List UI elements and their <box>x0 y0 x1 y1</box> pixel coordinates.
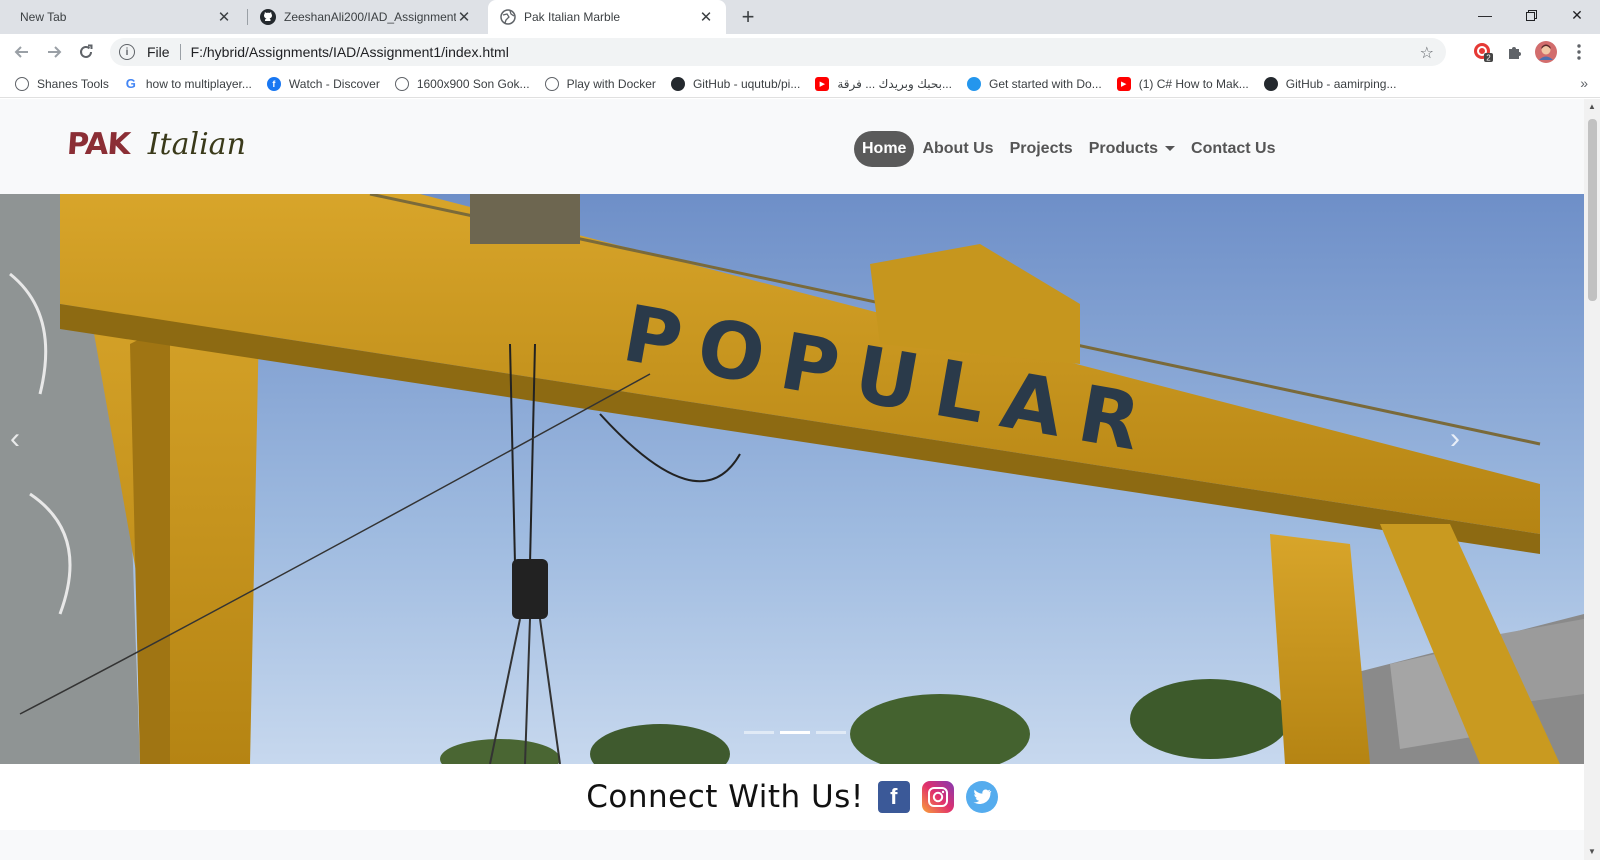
tab-github[interactable]: ZeeshanAli200/IAD_Assignment1 ✕ <box>256 0 480 34</box>
globe-icon <box>394 76 409 91</box>
scroll-down-icon[interactable]: ▼ <box>1587 847 1597 856</box>
tab-title: Pak Italian Marble <box>524 10 621 24</box>
extensions-puzzle-icon[interactable] <box>1504 41 1526 63</box>
logo-italian: Italian <box>147 127 246 162</box>
nav-contact-us[interactable]: Contact Us <box>1183 131 1283 167</box>
github-icon <box>670 76 685 91</box>
close-icon[interactable]: ✕ <box>456 9 472 26</box>
carousel-indicator[interactable] <box>816 731 846 734</box>
bookmark-label: GitHub - uqutub/pi... <box>692 76 801 91</box>
twitter-icon[interactable] <box>965 781 998 813</box>
bookmark-label: بحبك وبريدك ... فرقة... <box>837 76 952 91</box>
connect-section: Connect With Us! f <box>0 764 1584 830</box>
bookmark-label: 1600x900 Son Gok... <box>416 76 530 91</box>
bookmark-label: how to multiplayer... <box>145 76 252 91</box>
youtube-icon: ▶ <box>1116 76 1131 91</box>
back-button[interactable] <box>10 40 34 64</box>
github-icon <box>1263 76 1278 91</box>
bookmark-item[interactable]: GitHub - uqutub/pi... <box>670 76 801 91</box>
hero-carousel: POPULAR ‹ › <box>0 194 1584 764</box>
page-scrollbar[interactable]: ▲ ▼ <box>1584 99 1600 860</box>
bookmark-item[interactable]: f Watch - Discover <box>266 76 380 91</box>
tab-divider <box>247 9 248 25</box>
youtube-icon: ▶ <box>815 76 830 91</box>
bookmark-item[interactable]: ▶ بحبك وبريدك ... فرقة... <box>815 76 952 91</box>
site-logo[interactable]: PAK Italian <box>65 127 246 162</box>
logo-pak: PAK <box>65 127 131 162</box>
tab-title: New Tab <box>20 10 67 24</box>
carousel-indicator-active[interactable] <box>780 731 810 734</box>
globe-icon <box>500 9 516 25</box>
extension-adblock-icon[interactable]: 2 <box>1472 41 1494 63</box>
globe-icon <box>15 76 29 91</box>
forward-button[interactable] <box>42 40 66 64</box>
bookmark-item[interactable]: Shanes Tools <box>15 76 109 91</box>
bookmark-star-icon[interactable]: ☆ <box>1420 43 1434 63</box>
bookmark-item[interactable]: 1600x900 Son Gok... <box>394 76 530 91</box>
bookmark-item[interactable]: G how to multiplayer... <box>124 76 252 91</box>
nav-home[interactable]: Home <box>854 131 915 167</box>
bookmark-item[interactable]: Get started with Do... <box>966 76 1102 91</box>
extension-badge: 2 <box>1486 54 1491 63</box>
page-viewport: PAK Italian Home About Us Projects Produ… <box>0 99 1584 860</box>
tab-new-tab[interactable]: New Tab ✕ <box>8 0 240 34</box>
nav-about-us[interactable]: About Us <box>914 131 1001 167</box>
address-url[interactable]: F:/hybrid/Assignments/IAD/Assignment1/in… <box>191 44 509 60</box>
bookmarks-bar: Shanes Tools G how to multiplayer... f W… <box>0 70 1600 98</box>
connect-heading: Connect With Us! <box>586 779 864 815</box>
hero-image: POPULAR <box>0 194 1584 764</box>
tab-strip: New Tab ✕ ZeeshanAli200/IAD_Assignment1 … <box>0 0 1600 34</box>
nav-products-label: Products <box>1088 140 1159 157</box>
google-icon: G <box>125 76 136 91</box>
close-icon[interactable]: ✕ <box>216 9 232 26</box>
facebook-icon[interactable]: f <box>877 781 910 813</box>
address-bar[interactable]: i File F:/hybrid/Assignments/IAD/Assignm… <box>110 38 1446 66</box>
bookmark-label: (1) C# How to Mak... <box>1138 76 1249 91</box>
address-scheme: File <box>147 44 170 60</box>
address-divider <box>179 44 181 60</box>
globe-icon <box>544 76 559 91</box>
carousel-prev-button[interactable]: ‹ <box>0 419 30 459</box>
bookmark-item[interactable]: GitHub - aamirping... <box>1263 76 1397 91</box>
restore-icon[interactable] <box>1508 0 1554 30</box>
bookmark-label: Get started with Do... <box>988 76 1102 91</box>
github-icon <box>260 9 276 25</box>
facebook-icon: f <box>266 76 281 91</box>
site-navbar: PAK Italian Home About Us Projects Produ… <box>0 99 1584 194</box>
new-tab-button[interactable]: + <box>736 4 760 29</box>
caret-down-icon <box>1165 146 1176 152</box>
reload-button[interactable] <box>74 40 98 64</box>
minimize-icon[interactable]: — <box>1462 0 1508 30</box>
carousel-next-button[interactable]: › <box>1440 419 1470 459</box>
nav-projects[interactable]: Projects <box>1002 131 1081 167</box>
scroll-up-icon[interactable]: ▲ <box>1587 102 1597 111</box>
bookmark-item[interactable]: Play with Docker <box>544 76 656 91</box>
docker-icon <box>966 76 981 91</box>
bookmark-item[interactable]: ▶ (1) C# How to Mak... <box>1116 76 1249 91</box>
footer-strip <box>0 830 1584 860</box>
instagram-icon[interactable] <box>921 781 954 813</box>
site-menu: Home About Us Projects Products Contact … <box>854 131 1284 167</box>
close-window-icon[interactable]: ✕ <box>1554 0 1600 30</box>
tab-pak-italian-marble[interactable]: Pak Italian Marble ✕ <box>488 0 726 34</box>
menu-kebab-icon[interactable] <box>1568 41 1590 63</box>
nav-products[interactable]: Products <box>1081 131 1183 167</box>
scrollbar-thumb[interactable] <box>1588 119 1597 301</box>
bookmark-label: Watch - Discover <box>288 76 380 91</box>
bookmark-label: GitHub - aamirping... <box>1285 76 1397 91</box>
bookmarks-overflow-icon[interactable]: » <box>1580 75 1588 91</box>
close-icon[interactable]: ✕ <box>698 9 714 26</box>
carousel-indicators <box>741 731 849 734</box>
carousel-indicator[interactable] <box>744 731 774 734</box>
tab-title: ZeeshanAli200/IAD_Assignment1 <box>284 10 456 24</box>
bookmark-label: Shanes Tools <box>37 76 109 91</box>
info-icon[interactable]: i <box>119 44 135 60</box>
browser-toolbar: i File F:/hybrid/Assignments/IAD/Assignm… <box>0 34 1600 70</box>
bookmark-label: Play with Docker <box>566 76 656 91</box>
profile-avatar[interactable] <box>1535 41 1557 63</box>
